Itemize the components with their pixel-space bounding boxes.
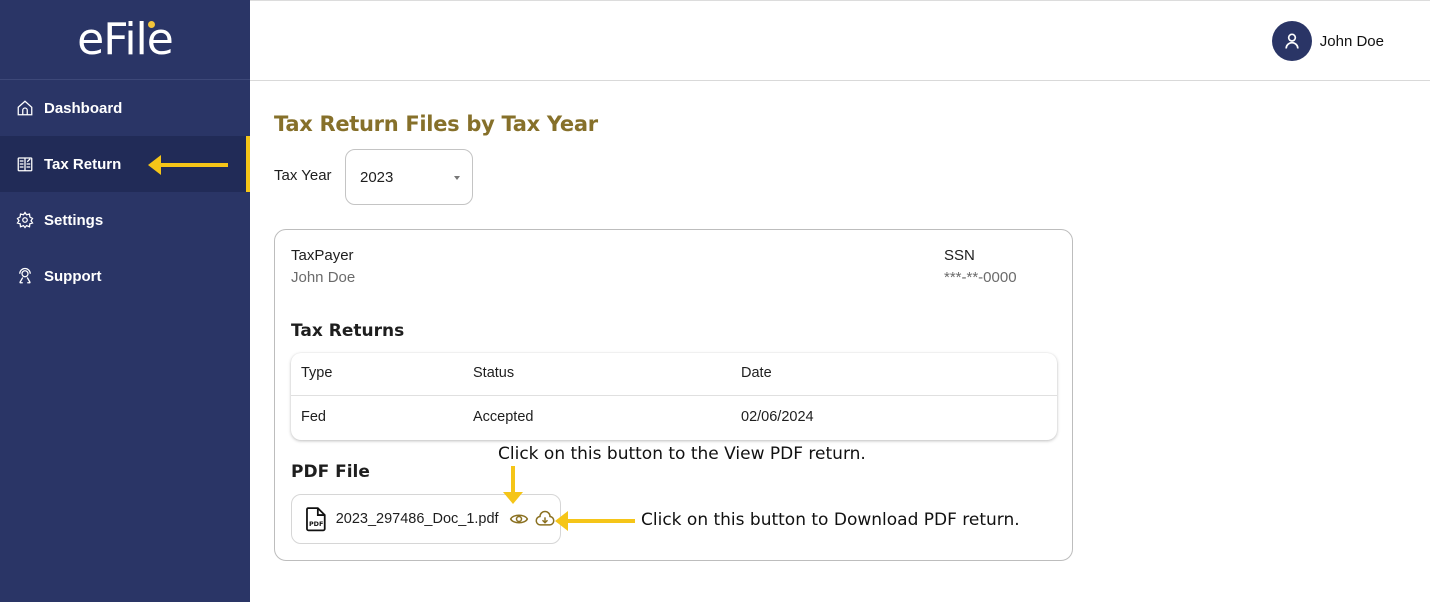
- download-pdf-hint: Click on this button to Download PDF ret…: [641, 510, 1020, 530]
- ssn-value: ***-**-0000: [944, 269, 1017, 286]
- gear-icon: [16, 211, 34, 229]
- pdf-file-title: PDF File: [291, 462, 370, 482]
- app-logo[interactable]: eFile: [77, 14, 174, 65]
- tax-return-icon: [16, 155, 34, 173]
- column-header-status: Status: [473, 365, 515, 381]
- cell-date: 02/06/2024: [741, 409, 814, 425]
- table-row[interactable]: Fed Accepted 02/06/2024: [291, 397, 1057, 440]
- tax-returns-title: Tax Returns: [291, 321, 405, 341]
- user-icon: [1285, 33, 1299, 49]
- sidebar: eFile Dashboard Tax Return Settings Supp…: [0, 0, 250, 602]
- sidebar-nav: Dashboard Tax Return Settings Support: [0, 80, 250, 304]
- download-pdf-button[interactable]: [534, 508, 556, 530]
- sidebar-item-settings[interactable]: Settings: [0, 192, 250, 248]
- sidebar-item-label: Support: [44, 267, 102, 285]
- eye-icon: [510, 514, 529, 524]
- table-header-row: Type Status Date: [291, 353, 1057, 396]
- page-title: Tax Return Files by Tax Year: [274, 112, 598, 136]
- annotation-arrow-view: [511, 466, 515, 492]
- tax-returns-table: Type Status Date Fed Accepted 02/06/2024: [291, 353, 1057, 440]
- view-pdf-hint: Click on this button to the View PDF ret…: [498, 444, 866, 464]
- chevron-down-icon: [454, 176, 460, 180]
- tax-year-select[interactable]: 2023: [345, 149, 473, 205]
- annotation-arrow-download: [567, 519, 635, 523]
- sidebar-item-support[interactable]: Support: [0, 248, 250, 304]
- cell-type: Fed: [301, 409, 326, 425]
- sidebar-item-dashboard[interactable]: Dashboard: [0, 80, 250, 136]
- column-header-type: Type: [301, 365, 333, 381]
- user-menu[interactable]: John Doe: [1271, 21, 1384, 61]
- annotation-arrow-head: [503, 492, 523, 504]
- tax-year-label: Tax Year: [274, 167, 332, 184]
- ssn-label: SSN: [944, 247, 975, 264]
- avatar[interactable]: [1271, 21, 1312, 61]
- annotation-arrow-head: [148, 155, 161, 175]
- sidebar-item-label: Tax Return: [44, 155, 122, 173]
- user-name: John Doe: [1319, 32, 1384, 50]
- annotation-arrow-head: [555, 511, 568, 531]
- support-icon: [16, 267, 34, 285]
- pdf-file-name[interactable]: 2023_297486_Doc_1.pdf: [336, 511, 499, 527]
- taxpayer-value: John Doe: [291, 269, 356, 286]
- cloud-download-icon: [535, 510, 555, 526]
- topbar: John Doe: [250, 0, 1430, 81]
- svg-text:PDF: PDF: [309, 520, 323, 528]
- view-pdf-button[interactable]: [509, 508, 531, 530]
- sidebar-item-label: Settings: [44, 211, 104, 229]
- annotation-arrow-tax-return: [160, 163, 228, 167]
- pdf-file-icon: PDF: [306, 507, 326, 532]
- logo-text: eFile: [77, 14, 174, 65]
- home-icon: [16, 99, 34, 117]
- tax-year-value: 2023: [360, 168, 394, 186]
- cell-status: Accepted: [473, 409, 534, 425]
- column-header-date: Date: [741, 365, 772, 381]
- sidebar-item-label: Dashboard: [44, 99, 123, 117]
- taxpayer-label: TaxPayer: [291, 247, 354, 264]
- logo-area: eFile: [0, 0, 250, 80]
